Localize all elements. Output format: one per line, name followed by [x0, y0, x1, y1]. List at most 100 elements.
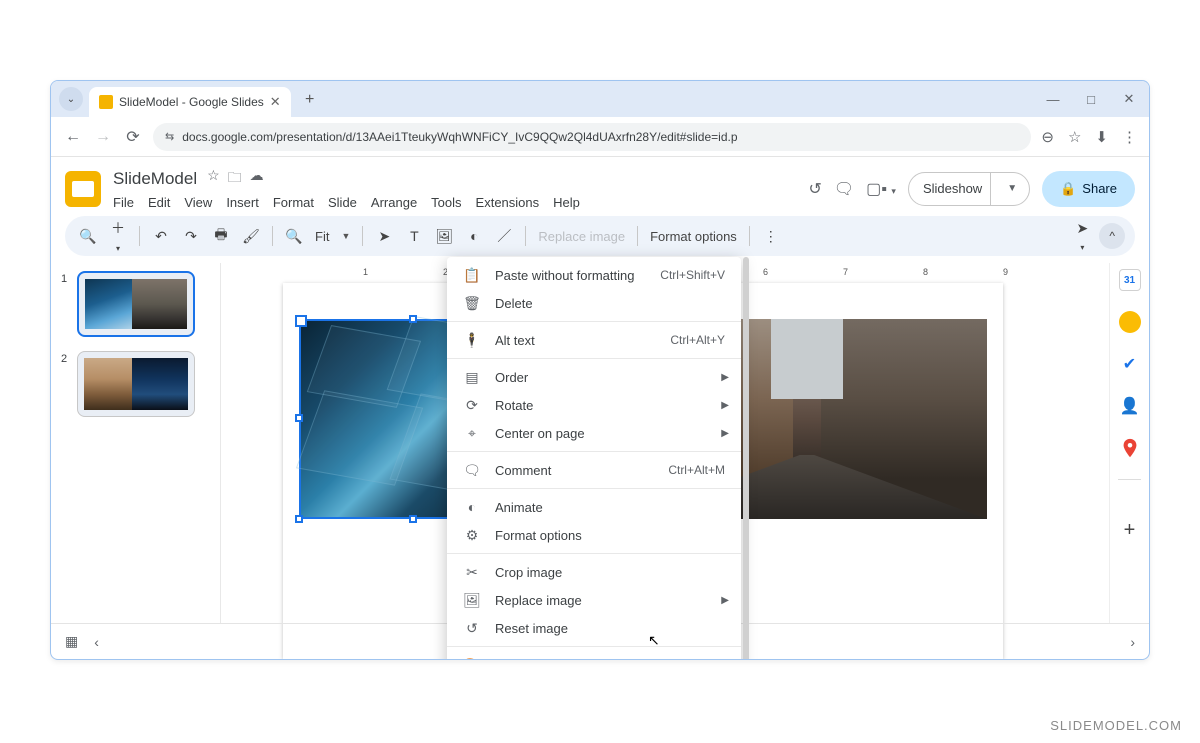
- menu-format[interactable]: Format: [273, 195, 314, 210]
- ctx-add-to-theme[interactable]: 🎨 Add to theme ▶: [447, 651, 741, 660]
- close-tab-icon[interactable]: ✕: [270, 94, 281, 110]
- slide-thumbnail-2[interactable]: [77, 351, 195, 417]
- print-button[interactable]: 🖶: [212, 224, 230, 248]
- comments-icon[interactable]: 🗨: [834, 179, 854, 199]
- contacts-icon[interactable]: 👤: [1119, 395, 1141, 417]
- new-slide-button[interactable]: ＋ ▾: [109, 218, 127, 254]
- download-icon[interactable]: ⬇: [1095, 128, 1108, 146]
- move-icon[interactable]: 🗀: [228, 167, 242, 191]
- ctx-rotate[interactable]: ⟳ Rotate ▶: [447, 391, 741, 419]
- ctx-crop-image[interactable]: ✂ Crop image: [447, 558, 741, 586]
- zoom-tool-icon[interactable]: 🔍: [285, 228, 303, 245]
- menu-slide[interactable]: Slide: [328, 195, 357, 210]
- tasks-icon[interactable]: ✔: [1119, 353, 1141, 375]
- image-tool[interactable]: 🖼: [435, 228, 453, 245]
- textbox-tool[interactable]: T: [405, 228, 423, 244]
- menu-extensions[interactable]: Extensions: [476, 195, 540, 210]
- slides-logo[interactable]: [65, 171, 101, 207]
- submenu-arrow-icon: ▶: [721, 428, 729, 439]
- minimize-button[interactable]: —: [1041, 92, 1065, 107]
- next-slide-icon[interactable]: ›: [1130, 634, 1135, 650]
- toolbar-replace-image[interactable]: Replace image: [538, 229, 625, 244]
- bookmark-icon[interactable]: ☆: [1068, 128, 1081, 146]
- reload-button[interactable]: ⟳: [123, 127, 143, 147]
- submenu-arrow-icon: ▶: [721, 400, 729, 411]
- url-text: docs.google.com/presentation/d/13AAei1Tt…: [182, 130, 737, 144]
- more-tools-icon[interactable]: ⋮: [762, 228, 780, 245]
- zoom-fit[interactable]: Fit: [315, 229, 329, 244]
- menu-help[interactable]: Help: [553, 195, 580, 210]
- new-tab-button[interactable]: +: [297, 87, 323, 113]
- share-button[interactable]: 🔒 Share: [1042, 171, 1135, 207]
- history-icon[interactable]: ↺: [808, 179, 821, 199]
- prev-slide-icon[interactable]: ‹: [94, 634, 99, 650]
- accessibility-icon: 🕴: [463, 332, 481, 349]
- meet-icon[interactable]: ▢▪ ▾: [866, 179, 896, 199]
- tab-search-button[interactable]: ⌄: [59, 87, 83, 111]
- paste-plain-icon: 📋: [463, 267, 481, 284]
- add-on-plus-icon[interactable]: +: [1119, 519, 1141, 541]
- reset-image-icon: ↺: [463, 620, 481, 637]
- replace-image-icon: 🖼: [463, 592, 481, 609]
- url-field[interactable]: ⇆ docs.google.com/presentation/d/13AAei1…: [153, 123, 1031, 151]
- star-icon[interactable]: ☆: [207, 167, 220, 191]
- ctx-format-options[interactable]: ⚙ Format options: [447, 521, 741, 549]
- order-icon: ▤: [463, 369, 481, 386]
- slideshow-button[interactable]: Slideshow ▼: [908, 172, 1030, 206]
- ctx-delete[interactable]: 🗑 Delete: [447, 289, 741, 317]
- context-menu: 📋 Paste without formatting Ctrl+Shift+V …: [447, 257, 741, 660]
- rotate-icon: ⟳: [463, 397, 481, 414]
- menu-file[interactable]: File: [113, 195, 134, 210]
- grid-view-icon[interactable]: ▦: [65, 633, 78, 650]
- forward-button[interactable]: →: [93, 128, 113, 146]
- ctx-alt-text[interactable]: 🕴 Alt text Ctrl+Alt+Y: [447, 326, 741, 354]
- menu-tools[interactable]: Tools: [431, 195, 461, 210]
- search-menu-icon[interactable]: 🔍: [79, 228, 97, 245]
- cloud-status-icon[interactable]: ☁: [250, 167, 264, 191]
- ctx-reset-image[interactable]: ↺ Reset image: [447, 614, 741, 642]
- slide-thumbnail-1[interactable]: [77, 271, 195, 337]
- maps-icon[interactable]: [1119, 437, 1141, 459]
- submenu-arrow-icon: ▶: [721, 660, 729, 661]
- menu-view[interactable]: View: [184, 195, 212, 210]
- back-button[interactable]: ←: [63, 128, 83, 146]
- keep-icon[interactable]: [1119, 311, 1141, 333]
- slide-panel[interactable]: 1 2: [51, 263, 211, 623]
- animate-icon: ◐: [463, 499, 481, 515]
- toolbar-format-options[interactable]: Format options: [650, 229, 737, 244]
- line-tool[interactable]: ／: [495, 226, 513, 246]
- undo-button[interactable]: ↶: [152, 228, 170, 245]
- app-header: SlideModel ☆ 🗀 ☁ File Edit View Insert F…: [51, 157, 1149, 210]
- pointer-mode-icon[interactable]: ➤ ▾: [1073, 220, 1091, 253]
- hide-menus-button[interactable]: ^: [1099, 223, 1125, 249]
- ctx-replace-image[interactable]: 🖼 Replace image ▶: [447, 586, 741, 614]
- ctx-order[interactable]: ▤ Order ▶: [447, 363, 741, 391]
- context-menu-scrollbar[interactable]: [743, 257, 749, 660]
- redo-button[interactable]: ↷: [182, 228, 200, 245]
- tab-title: SlideModel - Google Slides: [119, 95, 264, 109]
- crop-icon: ✂: [463, 564, 481, 581]
- site-info-icon[interactable]: ⇆: [165, 130, 174, 143]
- zoom-icon[interactable]: ⊖: [1041, 128, 1054, 146]
- shape-tool[interactable]: ◐: [465, 228, 483, 244]
- browser-menu-icon[interactable]: ⋮: [1122, 128, 1137, 146]
- menu-arrange[interactable]: Arrange: [371, 195, 417, 210]
- paint-format-button[interactable]: 🖌: [242, 228, 260, 245]
- ctx-center-on-page[interactable]: ⌖ Center on page ▶: [447, 419, 741, 447]
- menu-bar: File Edit View Insert Format Slide Arran…: [113, 195, 796, 210]
- browser-tab[interactable]: SlideModel - Google Slides ✕: [89, 87, 291, 117]
- select-tool[interactable]: ➤: [375, 228, 393, 245]
- ctx-animate[interactable]: ◐ Animate: [447, 493, 741, 521]
- submenu-arrow-icon: ▶: [721, 372, 729, 383]
- maximize-button[interactable]: □: [1079, 92, 1103, 107]
- watermark: SLIDEMODEL.COM: [1050, 718, 1182, 733]
- menu-insert[interactable]: Insert: [226, 195, 259, 210]
- document-title[interactable]: SlideModel: [113, 169, 197, 189]
- calendar-icon[interactable]: 31: [1119, 269, 1141, 291]
- toolbar: 🔍 ＋ ▾ ↶ ↷ 🖶 🖌 🔍 Fit ▼ ➤ T 🖼 ◐ ／ Replace …: [65, 216, 1135, 256]
- slideshow-dropdown[interactable]: ▼: [999, 183, 1025, 194]
- close-window-button[interactable]: ✕: [1117, 91, 1141, 107]
- ctx-paste-without-formatting[interactable]: 📋 Paste without formatting Ctrl+Shift+V: [447, 261, 741, 289]
- menu-edit[interactable]: Edit: [148, 195, 170, 210]
- ctx-comment[interactable]: 🗨 Comment Ctrl+Alt+M: [447, 456, 741, 484]
